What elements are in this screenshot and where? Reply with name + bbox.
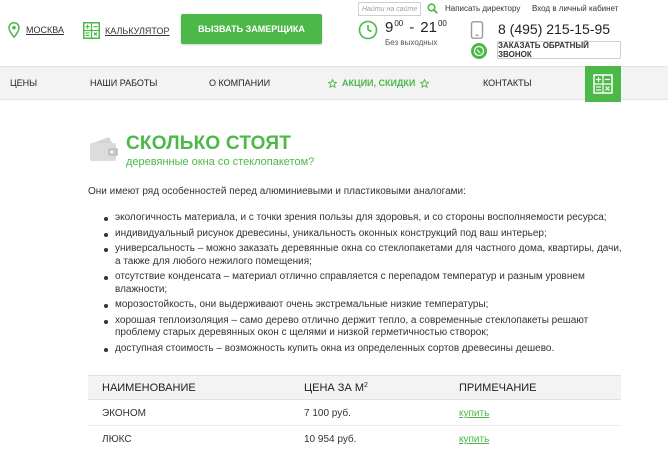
- table-row: ЛЮКС 10 954 руб. купить: [88, 426, 621, 450]
- row-price: 10 954 руб.: [304, 434, 357, 445]
- site-header: МОСКВА КАЛЬКУЛЯТОР ВЫЗВАТЬ ЗАМЕРЩИКА Нап…: [0, 0, 668, 66]
- table-header: НАИМЕНОВАНИЕ ЦЕНА ЗА М2 ПРИМЕЧАНИЕ: [88, 375, 621, 400]
- col-price-label: ЦЕНА ЗА М: [304, 382, 365, 394]
- list-item: индивидуальный рисунок древесины, уникал…: [100, 228, 630, 241]
- list-item: доступная стоимость – возможность купить…: [100, 343, 630, 356]
- col-price-superscript: 2: [364, 382, 368, 389]
- hours-note: Без выходных: [385, 38, 438, 47]
- main-nav: ЦЕНЫ НАШИ РАБОТЫ О КОМПАНИИ АКЦИИ, СКИДК…: [0, 66, 668, 100]
- call-measurer-button[interactable]: ВЫЗВАТЬ ЗАМЕРЩИКА: [181, 14, 322, 44]
- working-hours: 900-2100: [385, 19, 447, 36]
- nav-calculator-button[interactable]: [585, 66, 621, 102]
- map-pin-icon: [8, 22, 20, 38]
- search-input[interactable]: [358, 2, 421, 16]
- whatsapp-icon[interactable]: [471, 43, 487, 59]
- list-item: отсутствие конденсата – материал отлично…: [100, 271, 630, 296]
- nav-promo-label: АКЦИИ, СКИДКИ: [342, 78, 416, 88]
- list-item: универсальность – можно заказать деревян…: [100, 243, 630, 268]
- hours-dash: -: [409, 19, 415, 36]
- star-icon: [328, 78, 337, 88]
- table-row: ЭКОНОМ 7 100 руб. купить: [88, 400, 621, 426]
- col-price-header: ЦЕНА ЗА М2: [304, 382, 368, 394]
- list-item: морозостойкость, они выдерживают очень э…: [100, 299, 630, 312]
- nav-item-our-works[interactable]: НАШИ РАБОТЫ: [90, 78, 157, 88]
- price-table: НАИМЕНОВАНИЕ ЦЕНА ЗА М2 ПРИМЕЧАНИЕ ЭКОНО…: [88, 375, 621, 450]
- col-note-header: ПРИМЕЧАНИЕ: [459, 382, 537, 394]
- page-title: СКОЛЬКО СТОЯТ: [126, 133, 292, 154]
- buy-link[interactable]: купить: [459, 434, 489, 445]
- buy-link[interactable]: купить: [459, 408, 489, 419]
- list-item: хорошая теплоизоляция – само дерево отли…: [100, 315, 630, 340]
- nav-item-about[interactable]: О КОМПАНИИ: [209, 78, 270, 88]
- calculator-icon: [83, 22, 100, 39]
- search-icon[interactable]: [427, 3, 438, 14]
- phone-number[interactable]: 8 (495) 215-15-95: [498, 21, 610, 37]
- callback-button[interactable]: ЗАКАЗАТЬ ОБРАТНЫЙ ЗВОНОК: [497, 41, 621, 59]
- login-link[interactable]: Вход в личный кабинет: [532, 4, 618, 13]
- col-name-header: НАИМЕНОВАНИЕ: [102, 382, 196, 394]
- nav-item-prices[interactable]: ЦЕНЫ: [10, 78, 37, 88]
- row-action: купить: [459, 408, 489, 419]
- calculator-link[interactable]: КАЛЬКУЛЯТОР: [83, 22, 170, 39]
- clock-icon: [358, 20, 378, 40]
- phone-icon: [470, 21, 484, 39]
- row-name: ЛЮКС: [102, 434, 132, 445]
- page-subtitle: деревянные окна со стеклопакетом?: [126, 156, 315, 168]
- hours-to: 21: [420, 19, 437, 36]
- row-name: ЭКОНОМ: [102, 408, 147, 419]
- features-list: экологичность материала, и с точки зрени…: [100, 212, 630, 358]
- row-action: купить: [459, 434, 489, 445]
- calculator-label: КАЛЬКУЛЯТОР: [105, 25, 170, 36]
- nav-item-contacts[interactable]: КОНТАКТЫ: [483, 78, 532, 88]
- wallet-icon: [90, 137, 118, 161]
- city-link[interactable]: МОСКВА: [26, 25, 64, 35]
- star-icon: [420, 78, 430, 88]
- calculator-icon: [593, 74, 613, 94]
- write-director-link[interactable]: Написать директору: [445, 4, 520, 13]
- row-price: 7 100 руб.: [304, 408, 351, 419]
- hours-to-minutes: 00: [437, 19, 447, 28]
- nav-item-promotions[interactable]: АКЦИИ, СКИДКИ: [323, 78, 434, 88]
- list-item: экологичность материала, и с точки зрени…: [100, 212, 630, 225]
- hours-from: 9: [385, 19, 394, 36]
- intro-text: Они имеют ряд особенностей перед алюмини…: [88, 186, 466, 197]
- hours-from-minutes: 00: [394, 19, 404, 28]
- city-selector[interactable]: МОСКВА: [8, 22, 64, 38]
